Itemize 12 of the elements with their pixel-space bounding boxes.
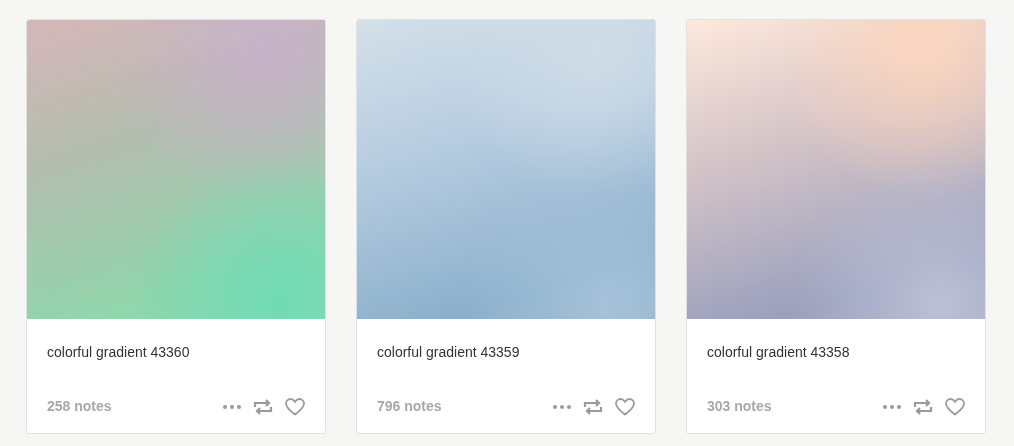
- heart-icon[interactable]: [615, 397, 635, 416]
- reblog-icon[interactable]: [583, 397, 603, 416]
- more-icon[interactable]: [553, 404, 571, 409]
- heart-icon[interactable]: [945, 397, 965, 416]
- reblog-icon[interactable]: [913, 397, 933, 416]
- more-icon[interactable]: [883, 404, 901, 409]
- post-title[interactable]: colorful gradient 43358: [707, 343, 965, 361]
- more-icon[interactable]: [223, 404, 241, 409]
- reblog-icon[interactable]: [253, 397, 273, 416]
- post-title[interactable]: colorful gradient 43360: [47, 343, 305, 361]
- heart-icon[interactable]: [285, 397, 305, 416]
- post-title[interactable]: colorful gradient 43359: [377, 343, 635, 361]
